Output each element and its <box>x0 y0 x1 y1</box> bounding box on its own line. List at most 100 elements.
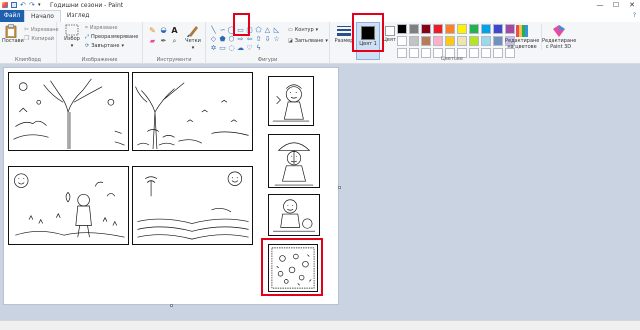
palette-color-swatch[interactable] <box>445 36 455 46</box>
down-arrow-shape-icon[interactable]: ⇩ <box>263 35 272 44</box>
palette-color-swatch[interactable] <box>421 36 431 46</box>
tools-group: ✎ ◒ A ▰ ✒ ⌕ Четки ▾ Инструменти <box>143 22 206 64</box>
palette-color-swatch[interactable] <box>433 24 443 34</box>
select-icon <box>65 24 79 36</box>
help-icon[interactable]: ? <box>633 12 636 19</box>
save-icon[interactable] <box>11 2 17 8</box>
palette-color-swatch[interactable] <box>457 24 467 34</box>
maximize-button[interactable]: ☐ <box>608 0 624 10</box>
palette-color-swatch[interactable] <box>481 24 491 34</box>
customize-dropdown-icon[interactable]: ▾ <box>38 2 44 8</box>
line-shape-icon[interactable]: ╲ <box>209 26 218 35</box>
status-bar <box>0 320 640 330</box>
select-button[interactable]: Избор ▾ <box>62 24 82 52</box>
palette-color-swatch[interactable] <box>433 36 443 46</box>
rotate-button[interactable]: ⟳ Завъртане ▾ <box>85 43 124 49</box>
eraser-icon[interactable]: ▰ <box>147 37 158 48</box>
palette-color-swatch[interactable] <box>481 36 491 46</box>
resize-icon: ⤢ <box>85 34 90 40</box>
palette-color-swatch[interactable] <box>409 36 419 46</box>
autumn-scene-illustration <box>135 82 249 150</box>
heart-shape-icon[interactable]: ♡ <box>245 44 254 53</box>
paint3d-button[interactable]: Редактиране с Paint 3D <box>541 24 577 50</box>
magnifier-icon[interactable]: ⌕ <box>169 37 180 48</box>
callout-shape-icon[interactable]: ▭ <box>218 44 227 53</box>
colors-group-label: Цветове <box>441 56 463 62</box>
tab-view[interactable]: Изглед <box>61 10 96 22</box>
season-panel-autumn <box>132 72 253 151</box>
palette-color-swatch[interactable] <box>469 36 479 46</box>
tools-group-label: Инструменти <box>156 57 192 63</box>
curve-shape-icon[interactable]: ∽ <box>218 26 227 35</box>
clipboard-icon <box>5 24 17 38</box>
palette-color-swatch[interactable] <box>397 24 407 34</box>
character-thumb-autumn <box>268 134 320 188</box>
up-arrow-shape-icon[interactable]: ⇧ <box>254 35 263 44</box>
oval-callout-shape-icon[interactable]: ◌ <box>227 44 236 53</box>
palette-color-swatch[interactable] <box>409 24 419 34</box>
rotate-dropdown-icon: ▾ <box>121 43 124 49</box>
minimize-button[interactable]: — <box>592 0 608 10</box>
paint3d-icon <box>552 25 565 37</box>
palette-color-swatch[interactable] <box>421 24 431 34</box>
diamond-shape-icon[interactable]: ◇ <box>209 35 218 44</box>
pencil-icon[interactable]: ✎ <box>147 26 158 37</box>
outline-dropdown-icon: ▾ <box>315 27 319 33</box>
polygon-shape-icon[interactable]: ⬠ <box>254 26 263 35</box>
right-triangle-shape-icon[interactable]: ◺ <box>272 26 281 35</box>
cloud-callout-shape-icon[interactable]: ☁ <box>236 44 245 53</box>
palette-color-swatch[interactable] <box>493 24 503 34</box>
pentagon-shape-icon[interactable]: ⬟ <box>218 35 227 44</box>
outline-label: Контур <box>294 27 314 33</box>
fill-label: Запълване <box>294 38 324 44</box>
color2-button[interactable]: Цвят 2 <box>383 24 401 43</box>
shapes-group-label: Фигури <box>257 57 278 63</box>
left-arrow-shape-icon[interactable]: ⇦ <box>245 35 254 44</box>
cut-button[interactable]: ✂ Изрязване <box>24 26 59 33</box>
line-width-icon <box>337 26 351 36</box>
ribbon: Постави ✂ Изрязване ❐ Копирай Клипборд И… <box>0 12 640 64</box>
brush-icon <box>187 26 198 37</box>
hexagon-shape-icon[interactable]: ⬡ <box>227 35 236 44</box>
brushes-dropdown-icon: ▾ <box>191 45 195 51</box>
text-tool-icon[interactable]: A <box>169 26 180 37</box>
canvas-resize-handle-bottom[interactable] <box>170 304 173 307</box>
close-button[interactable]: ✕ <box>624 0 640 10</box>
star-shape-icon[interactable]: ☆ <box>272 35 281 44</box>
triangle-shape-icon[interactable]: △ <box>263 26 272 35</box>
lightning-shape-icon[interactable]: ϟ <box>254 44 263 53</box>
tab-file[interactable]: Файл <box>0 10 24 22</box>
season-panel-winter <box>8 72 129 151</box>
palette-color-swatch[interactable] <box>397 36 407 46</box>
crop-button[interactable]: ⌗ Изрязване <box>85 25 117 31</box>
drawing-canvas[interactable] <box>3 67 341 307</box>
copy-button[interactable]: ❐ Копирай <box>24 35 54 42</box>
fill-button[interactable]: ◪ Запълване ▾ <box>288 38 328 44</box>
palette-color-swatch[interactable] <box>493 36 503 46</box>
palette-color-swatch[interactable] <box>445 24 455 34</box>
star6-shape-icon[interactable]: ✡ <box>209 44 218 53</box>
palette-color-swatch[interactable] <box>457 36 467 46</box>
redo-icon[interactable]: ↷ <box>29 2 35 9</box>
outline-button[interactable]: ▭ Контур ▾ <box>288 27 318 33</box>
color-picker-icon[interactable]: ✒ <box>158 37 169 48</box>
paste-button[interactable]: Постави <box>2 24 24 52</box>
highlight-color1 <box>352 13 384 52</box>
palette-color-swatch[interactable] <box>469 24 479 34</box>
crop-label: Изрязване <box>89 25 118 31</box>
resize-label: Преоразмеряване <box>91 34 139 40</box>
undo-icon[interactable]: ↶ <box>20 2 26 9</box>
right-arrow-shape-icon[interactable]: ⇨ <box>236 35 245 44</box>
fill-icon: ◪ <box>288 38 293 44</box>
outline-icon: ▭ <box>288 27 293 33</box>
rotate-icon: ⟳ <box>85 43 90 49</box>
brushes-button[interactable]: Четки ▾ <box>183 24 203 51</box>
fill-bucket-icon[interactable]: ◒ <box>158 26 169 37</box>
tab-home[interactable]: Начало <box>24 10 61 22</box>
paint3d-label: Редактиране с Paint 3D <box>542 38 577 50</box>
canvas-resize-handle-right[interactable] <box>338 186 341 189</box>
edit-colors-button[interactable]: Редактиране на цветове <box>505 24 539 50</box>
resize-button[interactable]: ⤢ Преоразмеряване <box>85 34 138 40</box>
size-button[interactable]: Размер <box>334 24 354 44</box>
clipboard-group: Постави ✂ Изрязване ❐ Копирай Клипборд <box>0 22 59 64</box>
